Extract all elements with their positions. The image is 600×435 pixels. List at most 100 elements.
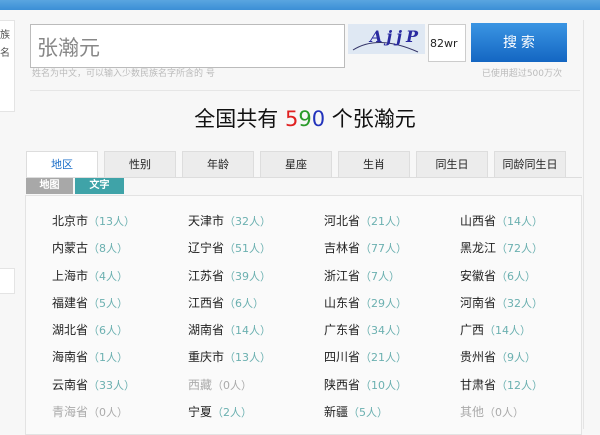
captcha-code-input[interactable]: 82wr: [428, 24, 466, 62]
region-name: 福建省: [52, 295, 89, 310]
region-item[interactable]: 西藏（0人）: [188, 375, 324, 395]
region-item[interactable]: 河南省（32人）: [460, 293, 596, 313]
tab-5[interactable]: 同生日: [416, 151, 488, 178]
region-item[interactable]: 江苏省（39人）: [188, 266, 324, 286]
region-item[interactable]: 江西省（6人）: [188, 293, 324, 313]
subtab-map[interactable]: 地图: [26, 178, 73, 194]
tab-2[interactable]: 年龄: [182, 151, 254, 178]
region-count: （0人）: [88, 406, 129, 420]
region-item[interactable]: 甘肃省（12人）: [460, 375, 596, 395]
region-name: 青海省: [52, 405, 89, 420]
region-count: （6人）: [224, 296, 265, 310]
region-count: （29人）: [360, 296, 408, 310]
name-search-input[interactable]: 张瀚元: [30, 24, 345, 68]
region-count: （21人）: [360, 351, 408, 365]
region-name: 内蒙古: [52, 241, 89, 256]
search-button[interactable]: 搜 索: [471, 23, 567, 62]
captcha-text: AjjP: [370, 27, 423, 46]
region-count: （14人）: [484, 324, 532, 338]
region-item[interactable]: 内蒙古（8人）: [52, 238, 188, 258]
region-name: 浙江省: [324, 268, 361, 283]
tab-6[interactable]: 同龄同生日: [494, 151, 566, 178]
count-digit: 5: [284, 107, 299, 131]
region-count: （51人）: [224, 242, 272, 256]
headline-suffix: 个张瀚元: [325, 107, 416, 131]
region-count: （21人）: [360, 215, 408, 228]
left-panel-box: [0, 268, 15, 294]
region-name: 上海市: [52, 268, 89, 283]
region-item[interactable]: 广东省（34人）: [324, 320, 460, 340]
region-item[interactable]: 吉林省（77人）: [324, 238, 460, 258]
region-name: 海南省: [52, 350, 89, 365]
region-item[interactable]: 黑龙江（72人）: [460, 238, 596, 258]
region-count: （5人）: [348, 406, 389, 420]
region-name: 广西: [460, 323, 485, 338]
region-item[interactable]: 其他（0人）: [460, 402, 596, 422]
region-item[interactable]: 安徽省（6人）: [460, 266, 596, 286]
region-name: 其他: [460, 405, 485, 420]
top-nav-bar: [0, 0, 600, 10]
region-item[interactable]: 山西省（14人）: [460, 211, 596, 231]
tab-0[interactable]: 地区: [26, 151, 98, 178]
region-count: （14人）: [224, 324, 272, 338]
region-name: 辽宁省: [188, 241, 225, 256]
subtab-text[interactable]: 文字: [75, 178, 124, 194]
region-name: 河北省: [324, 214, 361, 228]
region-count: （34人）: [360, 324, 408, 338]
tab-4[interactable]: 生肖: [338, 151, 410, 178]
region-name: 吉林省: [324, 241, 361, 256]
region-item[interactable]: 湖北省（6人）: [52, 320, 188, 340]
region-count: （1人）: [88, 351, 129, 365]
region-item[interactable]: 云南省（33人）: [52, 375, 188, 395]
region-count: （0人）: [212, 378, 253, 392]
region-item[interactable]: 湖南省（14人）: [188, 320, 324, 340]
region-item[interactable]: 上海市（4人）: [52, 266, 188, 286]
region-count: （10人）: [360, 378, 408, 392]
category-tabs: 地区 性别 年龄 星座 生肖 同生日 同龄同生日: [26, 151, 566, 178]
region-item[interactable]: 海南省（1人）: [52, 347, 188, 367]
region-name: 北京市: [52, 214, 89, 228]
region-name: 云南省: [52, 377, 89, 392]
region-item[interactable]: 陕西省（10人）: [324, 375, 460, 395]
region-count: （9人）: [496, 351, 537, 365]
left-fragment: 名: [0, 48, 10, 59]
region-item[interactable]: 北京市（13人）: [52, 211, 188, 231]
region-item[interactable]: 广西（14人）: [460, 320, 596, 340]
left-panel: 族 名: [0, 20, 15, 112]
tab-1[interactable]: 性别: [104, 151, 176, 178]
region-item[interactable]: 山东省（29人）: [324, 293, 460, 313]
region-item[interactable]: 浙江省（7人）: [324, 266, 460, 286]
region-count: （0人）: [484, 406, 525, 420]
region-name: 西藏: [188, 377, 213, 392]
region-item[interactable]: 青海省（0人）: [52, 402, 188, 422]
region-count: （7人）: [360, 269, 401, 283]
region-item[interactable]: 福建省（5人）: [52, 293, 188, 313]
region-name: 陕西省: [324, 377, 361, 392]
region-name: 甘肃省: [460, 377, 497, 392]
region-item[interactable]: 宁夏（2人）: [188, 402, 324, 422]
region-count: （32人）: [224, 215, 272, 228]
region-name: 黑龙江: [460, 241, 497, 256]
usage-count: 已使用超过500万次: [481, 69, 562, 79]
region-count: （12人）: [496, 378, 544, 392]
region-item[interactable]: 四川省（21人）: [324, 347, 460, 367]
left-fragment: 族: [0, 30, 10, 41]
region-name: 贵州省: [460, 350, 497, 365]
region-name: 湖北省: [52, 323, 89, 338]
count-digit: 9: [298, 107, 312, 131]
region-name: 湖南省: [188, 323, 225, 338]
region-name: 广东省: [324, 323, 361, 338]
tab-3[interactable]: 星座: [260, 151, 332, 178]
region-name: 河南省: [460, 295, 497, 310]
count-digit: 0: [311, 107, 326, 131]
region-item[interactable]: 新疆（5人）: [324, 402, 460, 422]
region-item[interactable]: 辽宁省（51人）: [188, 238, 324, 258]
captcha-image[interactable]: AjjP: [348, 24, 425, 54]
region-count: （5人）: [88, 296, 129, 310]
region-item[interactable]: 河北省（21人）: [324, 211, 460, 231]
region-item[interactable]: 重庆市（13人）: [188, 347, 324, 367]
region-name: 重庆市: [188, 350, 225, 365]
region-list: 北京市（13人） 天津市（32人） 河北省（21人） 山西省（14人） 内蒙古（8人）辽…: [52, 211, 596, 422]
region-item[interactable]: 贵州省（9人）: [460, 347, 596, 367]
region-item[interactable]: 天津市（32人）: [188, 211, 324, 231]
